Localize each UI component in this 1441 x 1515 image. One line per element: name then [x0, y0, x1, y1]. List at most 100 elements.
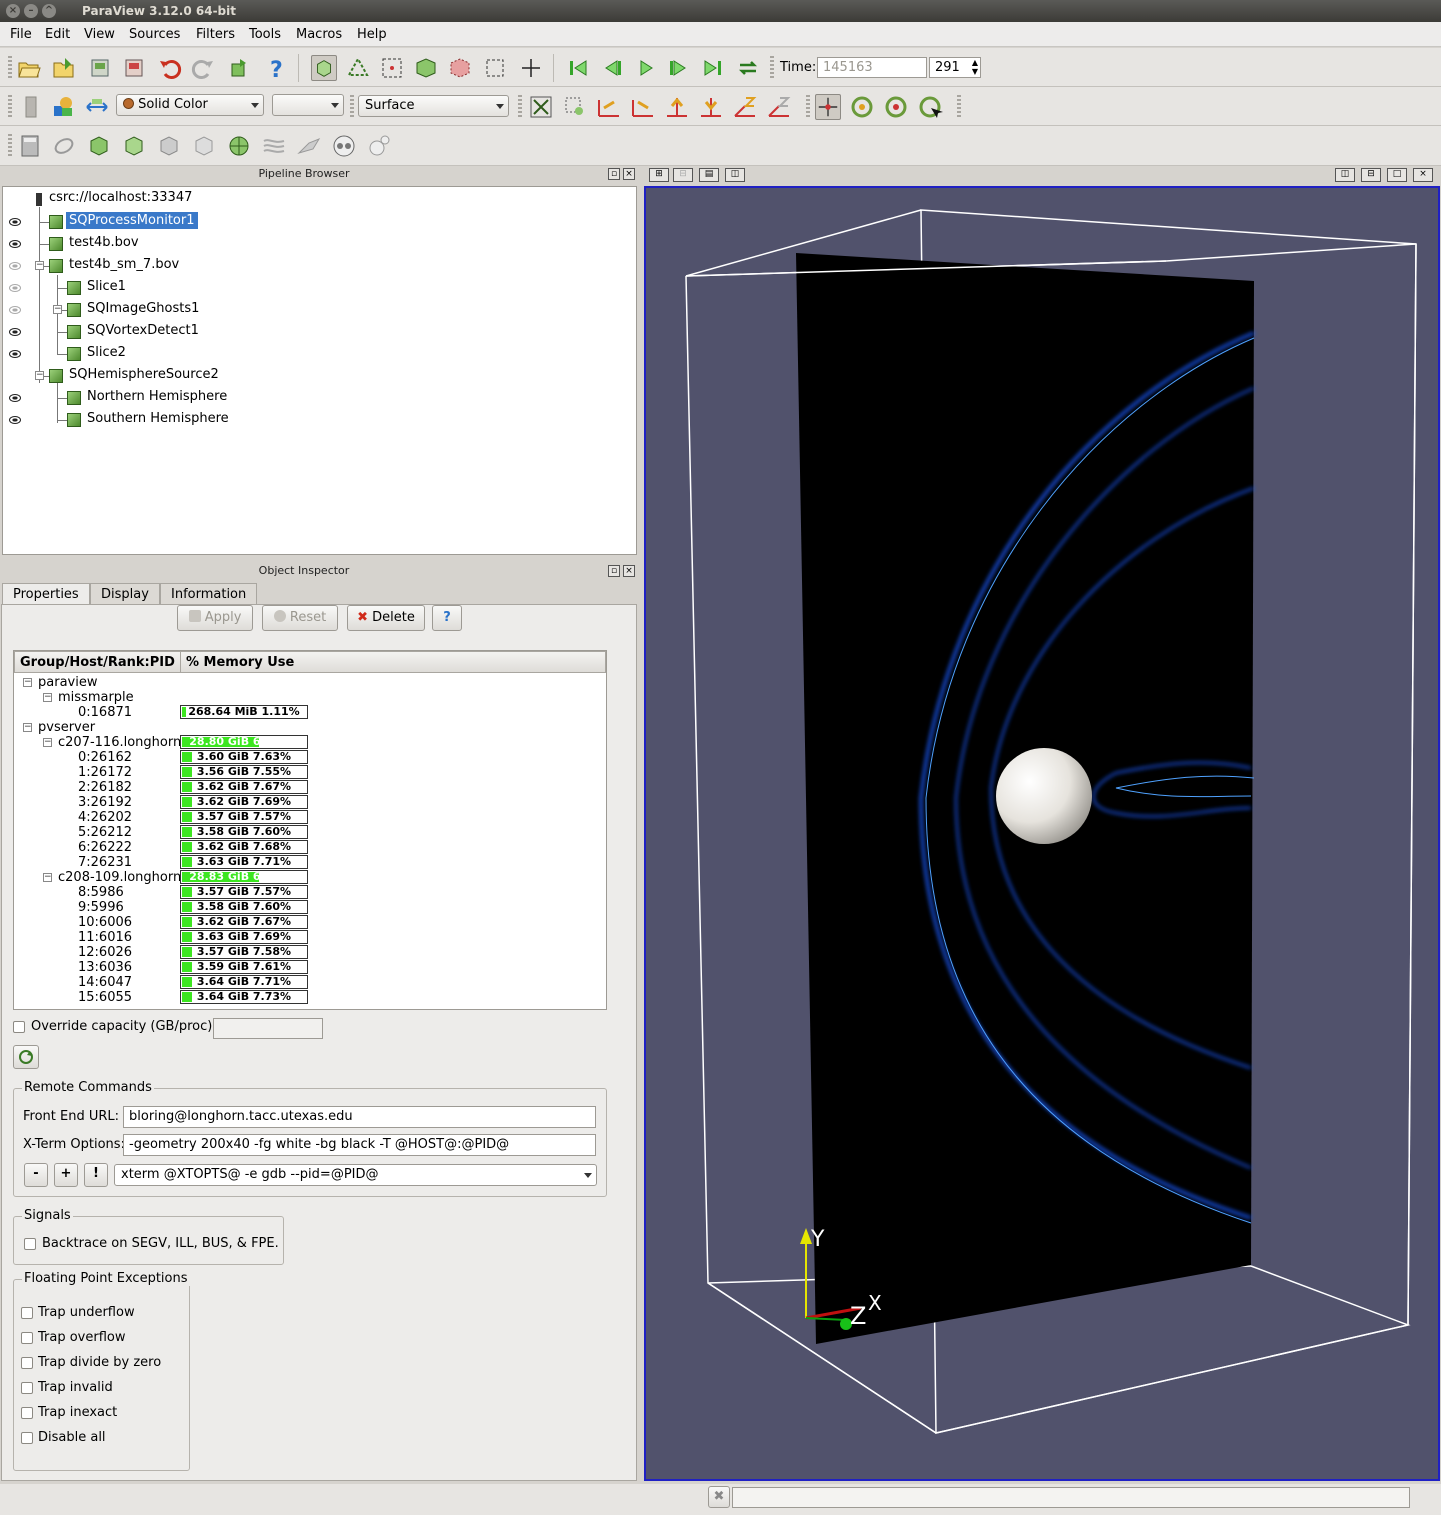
slice-icon[interactable]	[121, 133, 147, 159]
override-capacity-field[interactable]	[213, 1018, 323, 1039]
render-view[interactable]: Y Z X	[644, 186, 1440, 1481]
collapse-toggle-icon[interactable]: −	[35, 371, 44, 380]
rescale-range-icon[interactable]	[84, 94, 110, 120]
time-step-spinbox[interactable]: 291 ▲ ▼	[929, 57, 981, 78]
undo-icon[interactable]	[157, 55, 183, 81]
first-frame-icon[interactable]	[565, 55, 591, 81]
table-row[interactable]: 14:6047 3.64 GiB 7.71%	[14, 975, 604, 990]
loop-icon[interactable]	[735, 55, 761, 81]
help-button[interactable]: ?	[432, 605, 462, 631]
visibility-eye-icon[interactable]	[9, 416, 21, 424]
coloring-combo[interactable]: Solid Color	[116, 94, 264, 116]
select-cells-frustum-icon[interactable]	[413, 55, 439, 81]
view-plus-y-icon[interactable]	[664, 94, 690, 120]
trap-underflow-checkbox[interactable]	[21, 1307, 33, 1319]
connect-server-icon[interactable]	[226, 55, 252, 81]
reset-button[interactable]: Reset	[262, 605, 338, 631]
show-center-icon[interactable]	[815, 94, 841, 120]
table-row[interactable]: 0:26162 3.60 GiB 7.63%	[14, 750, 604, 765]
view-plus-z-icon[interactable]	[732, 94, 758, 120]
pipeline-item-southern-hemisphere[interactable]: Southern Hemisphere	[3, 410, 633, 430]
calculator-icon[interactable]	[17, 133, 43, 159]
collapse-toggle-icon[interactable]: −	[23, 723, 32, 732]
select-points-on-icon[interactable]	[379, 55, 405, 81]
menu-help[interactable]: Help	[357, 27, 387, 42]
front-end-url-field[interactable]: bloring@longhorn.tacc.utexas.edu	[123, 1106, 596, 1128]
capture-view-icon[interactable]: ⊞	[649, 168, 669, 182]
pipeline-item-slice1[interactable]: Slice1	[3, 278, 633, 298]
close-view-icon[interactable]: ×	[1413, 168, 1433, 182]
menu-sources[interactable]: Sources	[129, 27, 180, 42]
save-state-icon[interactable]	[121, 55, 147, 81]
disable-all-checkbox[interactable]	[21, 1432, 33, 1444]
collapse-toggle-icon[interactable]: −	[43, 738, 52, 747]
render-scene[interactable]: Y Z X	[646, 188, 1438, 1479]
trap-invalid-checkbox[interactable]	[21, 1382, 33, 1394]
table-row[interactable]: 3:26192 3.62 GiB 7.69%	[14, 795, 604, 810]
table-row[interactable]: 6:26222 3.62 GiB 7.68%	[14, 840, 604, 855]
float-panel-icon[interactable]: ▫	[608, 168, 620, 180]
view-camera-icon[interactable]: ◫	[725, 168, 745, 182]
recent-files-icon[interactable]	[51, 55, 77, 81]
override-capacity-checkbox[interactable]	[13, 1021, 25, 1033]
split-horizontal-icon[interactable]: ◫	[1335, 168, 1355, 182]
visibility-eye-icon[interactable]	[9, 262, 21, 270]
add-command-button[interactable]: +	[54, 1163, 78, 1187]
pipeline-item-sqhemispheresource2[interactable]: − SQHemisphereSource2	[3, 366, 633, 386]
table-row[interactable]: − paraview	[14, 675, 604, 690]
collapse-toggle-icon[interactable]: −	[43, 873, 52, 882]
column-header-memory[interactable]: % Memory Use	[180, 651, 606, 673]
extract-level-icon[interactable]	[366, 133, 392, 159]
menu-view[interactable]: View	[84, 27, 115, 42]
pipeline-item-northern-hemisphere[interactable]: Northern Hemisphere	[3, 388, 633, 408]
interact-mode-icon[interactable]	[311, 55, 337, 81]
remove-command-button[interactable]: -	[24, 1163, 48, 1187]
pipeline-item-sqimageghosts1[interactable]: − SQImageGhosts1	[3, 300, 633, 320]
visibility-eye-icon[interactable]	[9, 328, 21, 336]
visibility-eye-icon[interactable]	[9, 284, 21, 292]
table-row[interactable]: 1:26172 3.56 GiB 7.55%	[14, 765, 604, 780]
select-points-frustum-icon[interactable]	[447, 55, 473, 81]
visibility-eye-icon[interactable]	[9, 218, 21, 226]
representation-combo[interactable]: Surface	[358, 95, 509, 117]
toggle-color-legend-icon[interactable]	[18, 94, 44, 120]
pipeline-item-sqvortexdetect1[interactable]: SQVortexDetect1	[3, 322, 633, 342]
menu-macros[interactable]: Macros	[296, 27, 342, 42]
rotation-center-icon[interactable]	[917, 94, 943, 120]
table-row[interactable]: − missmarple	[14, 690, 604, 705]
view-minus-y-icon[interactable]	[698, 94, 724, 120]
table-row[interactable]: 10:6006 3.62 GiB 7.67%	[14, 915, 604, 930]
reset-center-icon[interactable]	[849, 94, 875, 120]
tab-display[interactable]: Display	[90, 583, 160, 605]
column-header-pid[interactable]: Group/Host/Rank:PID	[14, 651, 181, 673]
trap-overflow-checkbox[interactable]	[21, 1332, 33, 1344]
float-inspector-icon[interactable]: ▫	[608, 565, 620, 577]
reset-camera-icon[interactable]	[528, 94, 554, 120]
pick-center-icon[interactable]	[883, 94, 909, 120]
view-minus-x-icon[interactable]	[630, 94, 656, 120]
stream-tracer-icon[interactable]	[261, 133, 287, 159]
clip-icon[interactable]	[86, 133, 112, 159]
help-icon[interactable]: ?	[263, 55, 289, 81]
warp-vector-icon[interactable]	[296, 133, 322, 159]
table-row[interactable]: 7:26231 3.63 GiB 7.71%	[14, 855, 604, 870]
command-combo[interactable]: xterm @XTOPTS@ -e gdb --pid=@PID@	[114, 1164, 597, 1186]
tab-properties[interactable]: Properties	[2, 583, 90, 606]
backtrace-checkbox[interactable]	[24, 1238, 36, 1250]
collapse-toggle-icon[interactable]: −	[43, 693, 52, 702]
abort-button[interactable]: ✖	[708, 1486, 730, 1508]
minimize-window-icon[interactable]: –	[24, 4, 38, 18]
table-row[interactable]: − c207-116.longhorn 28.80 GiB 61.09%	[14, 735, 604, 750]
contour-icon[interactable]	[51, 133, 77, 159]
pipeline-item-test4b-bov[interactable]: test4b.bov	[3, 234, 633, 254]
time-value-field[interactable]: 145163	[817, 57, 927, 78]
maximize-window-icon[interactable]: ^	[42, 4, 56, 18]
table-row[interactable]: 13:6036 3.59 GiB 7.61%	[14, 960, 604, 975]
save-data-icon[interactable]	[87, 55, 113, 81]
table-row[interactable]: 0:16871 268.64 MiB 1.11%	[14, 705, 604, 720]
table-row[interactable]: 12:6026 3.57 GiB 7.58%	[14, 945, 604, 960]
open-file-icon[interactable]	[16, 55, 42, 81]
table-row[interactable]: − pvserver	[14, 720, 604, 735]
spin-arrows-icon[interactable]: ▲ ▼	[972, 58, 978, 76]
group-datasets-icon[interactable]	[331, 133, 357, 159]
